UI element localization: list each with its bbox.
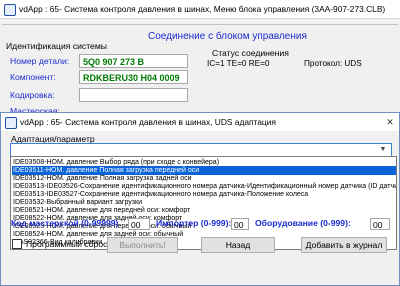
part-number-field[interactable]: 5Q0 907 273 B [79,54,188,68]
component-field[interactable]: RDKBERU30 H04 0009 [79,70,188,84]
equipment-field[interactable]: 00 [370,218,390,230]
connection-banner: Соединение с блоком управления [148,31,307,42]
identification-group-title: Идентификация системы [6,41,107,51]
connection-protocol: Протокол: UDS [304,59,362,68]
adaptation-dropdown-list[interactable]: IDE03508-HOM. давление Выбор ряда (при с… [10,156,397,250]
component-label: Компонент: [10,72,56,82]
importer-label: Импортер (0-999): [156,218,232,228]
app-icon [4,4,16,16]
workshop-code-field[interactable]: 00 [128,218,150,230]
adaptation-dialog: vdApp : 65- Система контроля давления в … [0,112,400,286]
coding-field[interactable] [79,88,188,102]
equipment-label: Оборудование (0-999): [255,218,351,228]
part-number-label: Номер детали: [10,56,70,66]
connection-status-values: IC=1 TE=0 RE=0 [207,59,270,68]
dialog-app-icon [5,117,17,129]
program-reset-checkbox[interactable] [12,239,22,249]
dialog-titlebar: vdApp : 65- Система контроля давления в … [1,113,399,131]
adaptation-combo[interactable]: ▼ [10,143,392,157]
program-reset-label: Программный сброс [26,239,108,249]
importer-field[interactable]: 00 [231,218,249,230]
back-button[interactable]: Назад [201,237,275,253]
workshop-code-label: Код мастерской (0-99999) [11,218,119,228]
coding-label: Кодировка: [10,90,55,100]
connection-status-title: Статус соединения [212,48,289,58]
main-window-title: vdApp : 65- Система контроля давления в … [19,4,386,14]
dialog-title: vdApp : 65- Система контроля давления в … [20,117,276,127]
chevron-down-icon[interactable]: ▼ [378,144,388,156]
add-to-log-button[interactable]: Добавить в журнал [301,237,387,253]
main-titlebar: vdApp : 65- Система контроля давления в … [0,0,400,19]
execute-button[interactable]: Выполнить! [107,237,178,253]
header-divider [2,24,398,25]
dialog-close-icon[interactable]: ✕ [384,113,396,131]
